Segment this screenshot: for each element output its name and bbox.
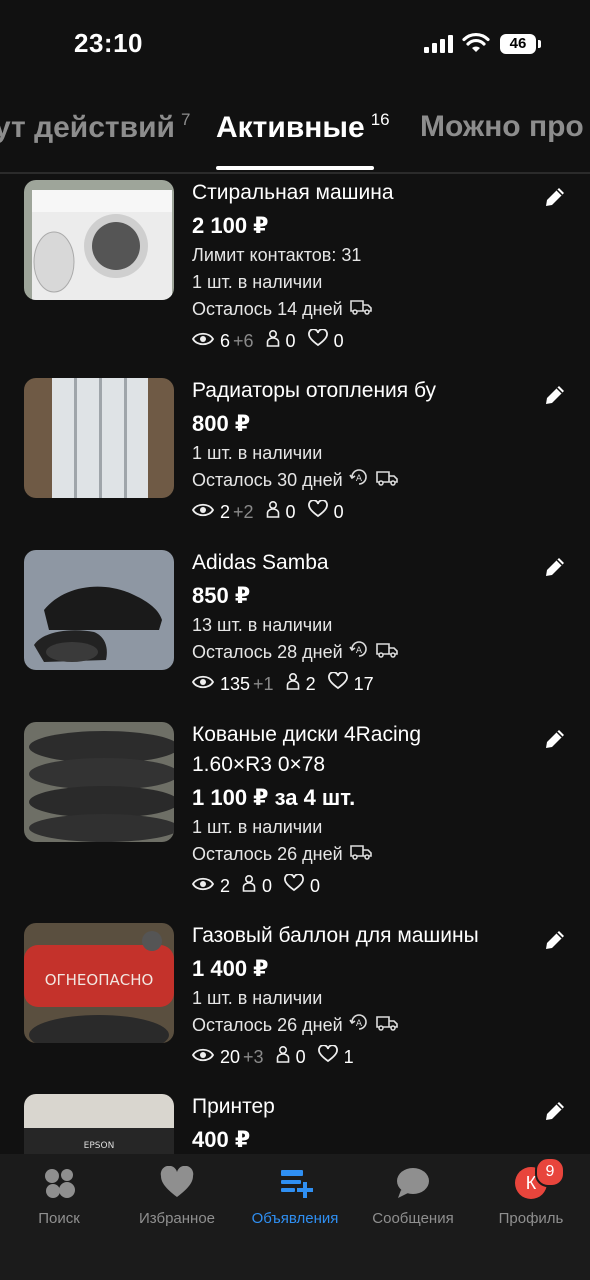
stock-count: 1 шт. в наличии: [192, 443, 323, 463]
auto-renew-icon: A: [349, 1012, 369, 1040]
contact-limit: Лимит контактов: 31: [192, 245, 362, 265]
listing-title[interactable]: Кованые диски 4Racing: [192, 720, 532, 750]
listing-title-second-line[interactable]: 1.60×R3 0×78: [192, 750, 532, 780]
stock-count: 1 шт. в наличии: [192, 817, 323, 837]
listing-stats: 6 +6 0 0: [191, 326, 532, 356]
listing-photo-tires[interactable]: [24, 722, 174, 842]
nav-messages[interactable]: Сообщения: [354, 1154, 472, 1254]
listing-price: 1 100 ₽ за 4 шт.: [192, 785, 356, 810]
listing-title[interactable]: Газовый баллон для машины: [192, 921, 532, 951]
listing-stats: 135 +1 2 17: [191, 669, 532, 699]
edit-pencil-icon[interactable]: [542, 1098, 568, 1124]
listing-stats: 2 0 0: [191, 871, 532, 901]
heart-outline-icon: [327, 669, 348, 699]
svg-text:A: A: [356, 1019, 363, 1029]
edit-pencil-icon[interactable]: [542, 184, 568, 210]
battery-level: 46: [500, 34, 536, 54]
status-bar: 23:10 46: [0, 0, 590, 88]
heart-outline-icon: [284, 871, 304, 901]
search-dots-icon: [45, 1169, 75, 1198]
nav-favorites[interactable]: Избранное: [118, 1154, 236, 1254]
stock-count: 13 шт. в наличии: [192, 615, 333, 635]
listing-photo-printer[interactable]: EPSON: [24, 1094, 174, 1154]
heart-outline-icon: [307, 326, 328, 356]
tab-can-sell[interactable]: Можно про: [420, 110, 584, 144]
days-left-row: Осталось 30 дней A: [192, 467, 532, 495]
active-tab-indicator: [216, 166, 374, 170]
delivery-truck-icon: [375, 640, 399, 667]
edit-pencil-icon[interactable]: [542, 927, 568, 953]
wifi-icon: [462, 32, 490, 52]
delivery-truck-icon: [375, 468, 399, 495]
days-left-row: Осталось 14 дней: [192, 296, 532, 324]
listing-price: 400 ₽: [192, 1127, 251, 1152]
bottom-navigation: Поиск Избранное Объявления Сообщения К 9…: [0, 1154, 590, 1280]
edit-pencil-icon[interactable]: [542, 554, 568, 580]
listing-photo-sneakers[interactable]: [24, 550, 174, 670]
person-icon: [266, 326, 280, 356]
notification-badge: 9: [535, 1157, 565, 1187]
heart-outline-icon: [317, 1042, 338, 1072]
listing-tabs: ут действий 7 Активные 16 Можно про: [0, 100, 590, 174]
edit-pencil-icon[interactable]: [542, 382, 568, 408]
listing-title[interactable]: Принтер: [192, 1092, 532, 1122]
days-left-row: Осталось 26 дней: [192, 841, 532, 869]
heart-icon: [160, 1166, 194, 1197]
cylinder-label-text: ОГНЕОПАСНО: [45, 971, 154, 989]
eye-icon: [191, 669, 215, 699]
listing-photo-gas-cylinder[interactable]: ОГНЕОПАСНО: [24, 923, 174, 1043]
svg-text:A: A: [356, 646, 363, 656]
listings-list[interactable]: Стиральная машина 2 100 ₽ Лимит контакто…: [0, 176, 590, 1154]
nav-favorites-label: Избранное: [138, 1210, 216, 1227]
nav-messages-label: Сообщения: [372, 1210, 454, 1227]
stock-count: 1 шт. в наличии: [192, 988, 323, 1008]
heart-outline-icon: [307, 497, 328, 527]
listing-stats: 2 +2 0 0: [191, 497, 532, 527]
nav-profile-label: Профиль: [498, 1210, 564, 1227]
person-icon: [266, 497, 280, 527]
listing-title[interactable]: Стиральная машина: [192, 178, 532, 208]
person-icon: [242, 871, 256, 901]
tab-active[interactable]: Активные 16: [216, 110, 390, 145]
svg-text:A: A: [356, 474, 363, 484]
printer-brand-text: EPSON: [84, 1141, 115, 1151]
clock: 23:10: [74, 28, 143, 58]
listing-title[interactable]: Adidas Samba: [192, 548, 532, 578]
listings-icon: [281, 1170, 313, 1198]
nav-listings[interactable]: Объявления: [236, 1154, 354, 1254]
nav-listings-label: Объявления: [251, 1210, 339, 1227]
chat-icon: [397, 1168, 429, 1198]
eye-icon: [191, 326, 215, 356]
delivery-truck-icon: [349, 842, 373, 869]
person-icon: [276, 1042, 290, 1072]
days-left-row: Осталось 28 дней A: [192, 639, 532, 667]
listing-price: 850 ₽: [192, 583, 251, 608]
edit-pencil-icon[interactable]: [542, 726, 568, 752]
days-left-row: Осталось 26 дней A: [192, 1012, 532, 1040]
person-icon: [286, 669, 300, 699]
stock-count: 1 шт. в наличии: [192, 272, 323, 292]
nav-search[interactable]: Поиск: [0, 1154, 118, 1254]
listing-title[interactable]: Радиаторы отопления бу: [192, 376, 532, 406]
delivery-truck-icon: [375, 1013, 399, 1040]
auto-renew-icon: A: [349, 639, 369, 667]
listing-photo-washing-machine[interactable]: [24, 180, 174, 300]
cellular-signal-icon: [424, 35, 454, 53]
listing-stats: 20 +3 0 1: [191, 1042, 532, 1072]
listing-price: 1 400 ₽: [192, 956, 269, 981]
nav-search-label: Поиск: [38, 1210, 80, 1227]
tab-no-actions[interactable]: ут действий 7: [0, 110, 190, 145]
eye-icon: [191, 1042, 215, 1072]
eye-icon: [191, 497, 215, 527]
nav-profile[interactable]: К 9 Профиль: [472, 1154, 590, 1254]
listing-price: 800 ₽: [192, 411, 251, 436]
auto-renew-icon: A: [349, 467, 369, 495]
listing-price: 2 100 ₽: [192, 213, 269, 238]
battery-tip: [538, 40, 541, 48]
listing-photo-radiators[interactable]: [24, 378, 174, 498]
eye-icon: [191, 871, 215, 901]
delivery-truck-icon: [349, 297, 373, 324]
